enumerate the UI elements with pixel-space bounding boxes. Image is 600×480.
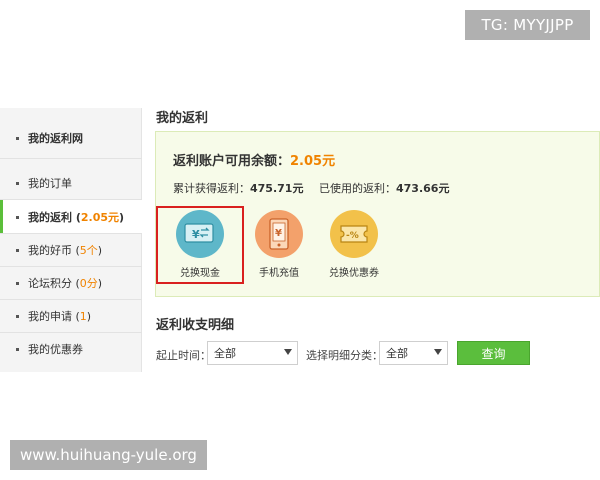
sidebar-item-coupons[interactable]: 我的优惠券 <box>0 332 142 366</box>
date-range-label: 起止时间： <box>156 349 211 362</box>
earned-stat: 累计获得返利：475.71元 <box>173 182 304 195</box>
chevron-down-icon <box>434 349 442 355</box>
sidebar-item-label: 我的返利网 <box>28 132 83 145</box>
forum-points: 0分 <box>79 277 98 290</box>
balance-panel: 返利账户可用余额：2.05元 累计获得返利：475.71元 已使用的返利：473… <box>155 131 600 297</box>
sidebar-divider <box>0 158 142 159</box>
exchange-coupon-button[interactable]: -% 兑换优惠券 <box>321 210 387 279</box>
sidebar-item-orders[interactable]: 我的订单 <box>0 166 142 200</box>
svg-text:¥: ¥ <box>192 228 200 241</box>
cash-exchange-icon: ¥ <box>176 210 224 258</box>
sidebar-item-label: 我的订单 <box>28 177 72 190</box>
sidebar-item-forum-points[interactable]: 论坛积分 (0分) <box>0 266 142 300</box>
sidebar-item-applications[interactable]: 我的申请 (1) <box>0 299 142 333</box>
sidebar-item-rebate[interactable]: 我的返利 (2.05元) <box>0 200 142 234</box>
sidebar: 我的返利网 我的订单 我的返利 (2.05元) 我的好币 (5个) 论坛积分 (… <box>0 108 142 372</box>
phone-recharge-icon: ¥ <box>255 210 303 258</box>
sidebar-item-label: 我的优惠券 <box>28 343 83 356</box>
watermark-bottom: www.huihuang-yule.org <box>10 440 207 470</box>
bullet-icon <box>16 347 19 351</box>
balance-line: 返利账户可用余额：2.05元 <box>173 154 336 169</box>
svg-text:-%: -% <box>346 231 359 241</box>
bullet-icon <box>16 281 19 285</box>
svg-text:¥: ¥ <box>275 228 282 239</box>
sidebar-item-label: 论坛积分 (0分) <box>28 277 103 290</box>
bullet-icon <box>16 248 19 252</box>
bullet-icon <box>16 215 19 219</box>
chevron-down-icon <box>284 349 292 355</box>
balance-amount: 2.05元 <box>290 154 336 169</box>
coupon-exchange-icon: -% <box>330 210 378 258</box>
sidebar-item-label: 我的好币 (5个) <box>28 244 103 257</box>
category-select[interactable]: 全部 <box>379 341 448 365</box>
rebate-amount: 2.05元 <box>80 211 119 224</box>
bullet-icon <box>16 181 19 185</box>
sidebar-item-home[interactable]: 我的返利网 <box>0 116 142 160</box>
date-range-select[interactable]: 全部 <box>207 341 298 365</box>
exchange-cash-button[interactable]: ¥ 兑换现金 <box>167 210 233 279</box>
bullet-icon <box>16 136 19 140</box>
page-title: 我的返利 <box>156 111 209 126</box>
sidebar-item-coins[interactable]: 我的好币 (5个) <box>0 233 142 267</box>
phone-recharge-button[interactable]: ¥ 手机充值 <box>246 210 312 279</box>
watermark-top: TG: MYYJJPP <box>465 10 590 40</box>
application-count: 1 <box>79 310 87 323</box>
bullet-icon <box>16 314 19 318</box>
used-stat: 已使用的返利：473.66元 <box>319 182 450 195</box>
coin-count: 5个 <box>79 244 98 257</box>
query-button[interactable]: 查询 <box>457 341 530 365</box>
sidebar-item-label: 我的返利 (2.05元) <box>28 211 125 224</box>
category-label: 选择明细分类： <box>306 349 383 362</box>
details-title: 返利收支明细 <box>156 318 235 333</box>
sidebar-item-label: 我的申请 (1) <box>28 310 92 323</box>
